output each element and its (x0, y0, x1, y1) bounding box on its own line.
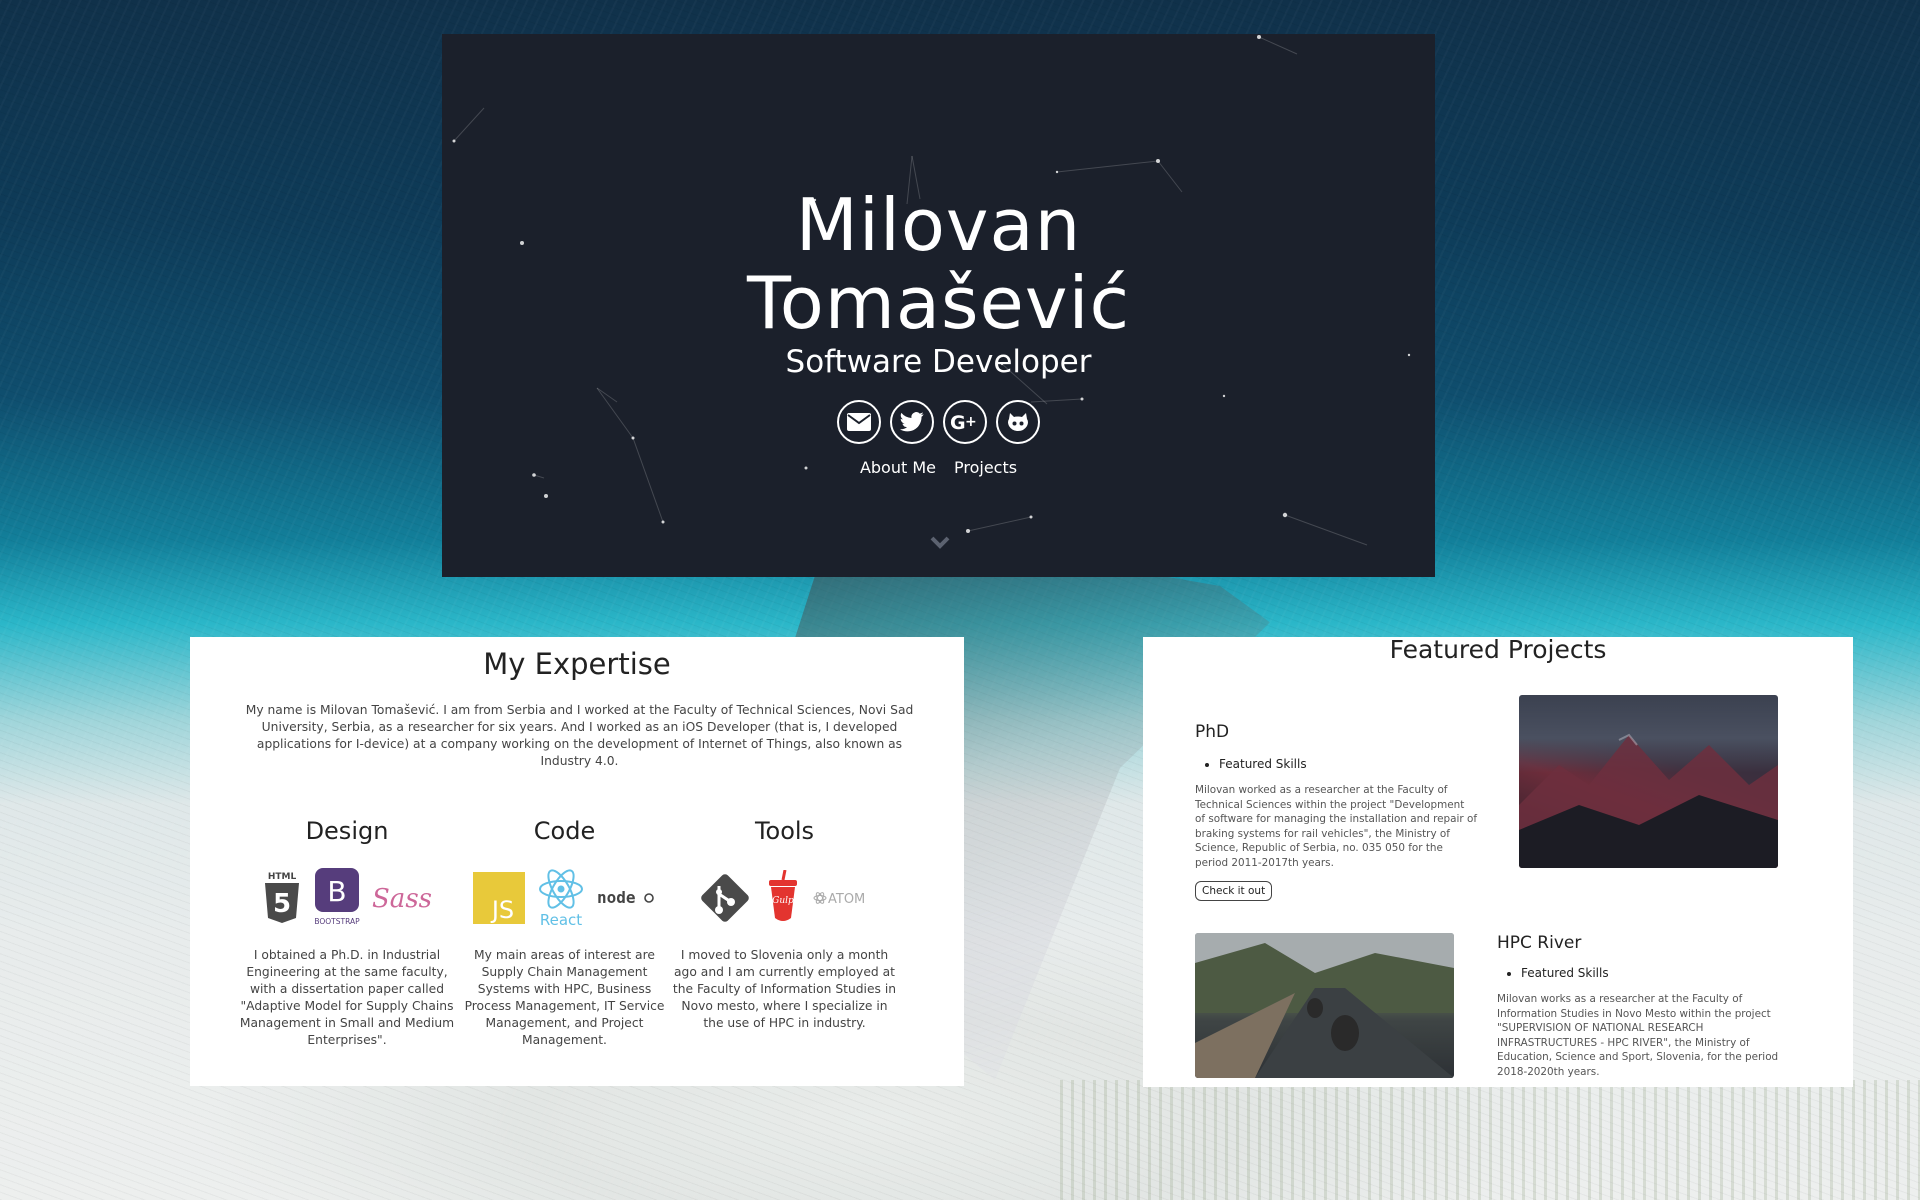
sass-logo: Sass (372, 884, 432, 914)
projects-section: Featured Projects PhD Featured Skills Mi… (1143, 637, 1853, 1087)
expertise-section: My Expertise My name is Milovan Tomaševi… (190, 637, 964, 1086)
design-column: Design HTML 5 B BOOTSTRAP Sass I obtaine… (232, 817, 462, 1049)
react-logo: React (538, 869, 583, 929)
github-button[interactable] (996, 400, 1040, 444)
code-text: My main areas of interest are Supply Cha… (464, 948, 665, 1047)
nodejs-logo: node (597, 888, 654, 907)
google-plus-button[interactable]: G + (943, 400, 987, 444)
react-text: React (539, 911, 581, 929)
twitter-button[interactable] (890, 400, 934, 444)
hero-name: Milovan Tomašević (442, 186, 1435, 342)
javascript-logo: JS (472, 872, 525, 924)
svg-text:5: 5 (273, 889, 291, 919)
code-logos: JS React node (462, 863, 667, 933)
tools-text: I moved to Slovenia only a month ago and… (672, 948, 897, 1030)
nav-about-me[interactable]: About Me (860, 458, 936, 477)
atom-text: ATOM (828, 892, 865, 907)
nav-projects[interactable]: Projects (954, 458, 1017, 477)
nodejs-text: node (597, 888, 636, 907)
grass-background (1060, 1080, 1920, 1200)
github-icon (1008, 413, 1028, 431)
code-title: Code (533, 817, 596, 845)
javascript-text: JS (489, 896, 513, 924)
mountain-photo (1519, 695, 1778, 868)
design-text: I obtained a Ph.D. in Industrial Enginee… (239, 948, 455, 1047)
bootstrap-logo: B BOOTSTRAP (314, 868, 360, 926)
project-phd-check-button[interactable]: Check it out (1195, 881, 1273, 901)
svg-text:+: + (965, 414, 977, 430)
project-hpc-river-skills: Featured Skills (1497, 966, 1609, 980)
html5-text: HTML (268, 872, 297, 882)
tools-column: Tools Gulp ATOM I moved to Slovenia only… (672, 817, 897, 1032)
project-phd-skills: Featured Skills (1195, 757, 1307, 771)
project-hpc-river-title: HPC River (1497, 933, 1582, 953)
twitter-icon (900, 412, 924, 432)
sass-text: Sass (372, 884, 432, 914)
chevron-down-icon[interactable] (930, 535, 950, 549)
design-logos: HTML 5 B BOOTSTRAP Sass (232, 863, 462, 933)
project-phd-description: Milovan worked as a researcher at the Fa… (1195, 784, 1477, 869)
tools-title: Tools (754, 817, 815, 845)
expertise-intro: My name is Milovan Tomašević. I am from … (245, 703, 914, 768)
project-phd-title: PhD (1195, 722, 1230, 742)
google-plus-icon: G + (950, 412, 977, 433)
atom-logo: ATOM (813, 892, 865, 907)
bootstrap-text: BOOTSTRAP (314, 917, 360, 926)
hero-nav: About Me Projects (442, 458, 1435, 477)
projects-title: Featured Projects (1389, 637, 1607, 664)
design-title: Design (305, 817, 389, 845)
hero-name-line1: Milovan (795, 183, 1082, 267)
code-column: Code JS React node My main areas of inte… (462, 817, 667, 1049)
git-logo (700, 874, 749, 922)
svg-text:G: G (950, 412, 966, 433)
project-hpc-river-description: Milovan works as a researcher at the Fac… (1497, 993, 1779, 1078)
project-hpc-river-skills-label: Featured Skills (1521, 966, 1609, 980)
social-links: G + (442, 400, 1435, 444)
gulp-logo: Gulp (768, 870, 797, 921)
hero-subtitle: Software Developer (785, 344, 1092, 380)
project-phd-skills-label: Featured Skills (1219, 757, 1307, 771)
expertise-title: My Expertise (483, 647, 671, 681)
email-button[interactable] (837, 400, 881, 444)
tools-logos: Gulp ATOM (672, 863, 897, 933)
envelope-icon (847, 413, 871, 431)
gulp-text: Gulp (772, 896, 794, 906)
hero-name-line2: Tomašević (746, 261, 1131, 345)
html5-logo: HTML 5 (265, 872, 299, 923)
hero-section: Milovan Tomašević Software Developer G + (442, 34, 1435, 577)
longboard-road-photo (1195, 933, 1454, 1078)
bootstrap-mark: B (327, 875, 346, 908)
